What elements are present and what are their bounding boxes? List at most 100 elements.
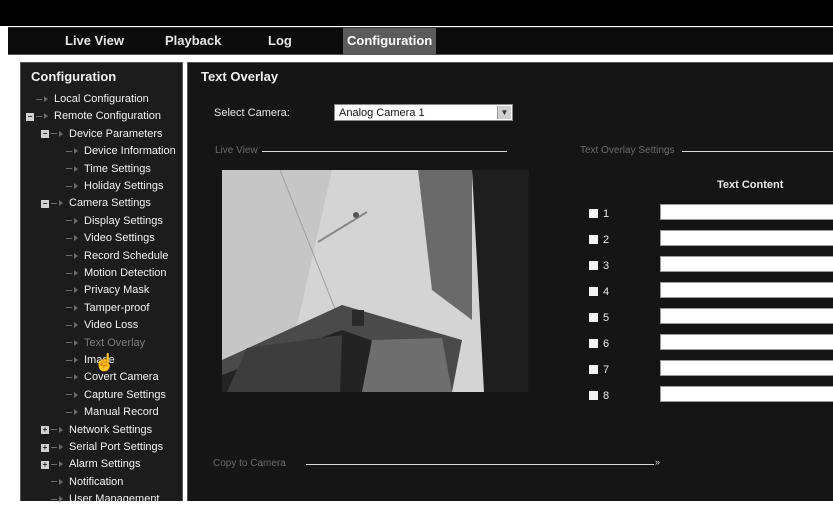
sidebar-item[interactable]: Alarm Settings [51,456,141,473]
overlay-row-checkbox[interactable]: 3 [589,259,609,273]
expand-icon[interactable]: + [41,426,49,435]
tab-playback[interactable]: Playback [165,28,221,54]
live-view-video[interactable] [222,170,529,392]
text-content-input[interactable] [660,256,833,272]
tree-connector [66,185,72,187]
checkbox[interactable] [589,313,598,322]
collapse-icon[interactable]: − [26,112,34,121]
top-black-bar [0,0,833,26]
expand-icon[interactable]: + [41,443,49,452]
sidebar-item[interactable]: Device Parameters [51,126,163,143]
sidebar-item[interactable]: Remote Configuration [36,108,161,125]
text-content-input[interactable] [660,334,833,350]
sidebar-item[interactable]: Record Schedule [66,248,168,265]
text-content-input[interactable] [660,230,833,246]
sidebar-item[interactable]: Motion Detection [66,265,167,282]
row-number: 7 [603,364,610,376]
checkbox[interactable] [589,235,598,244]
overlay-row-checkbox[interactable]: 4 [589,285,609,299]
checkbox[interactable] [589,261,598,270]
row-number: 6 [603,338,610,350]
tree-arrow-icon [74,235,78,242]
sidebar-item-label: Tamper-proof [84,301,150,314]
sidebar-item[interactable]: Video Settings [66,230,155,247]
camera-select-value: Analog Camera 1 [339,107,425,119]
checkbox[interactable] [589,209,598,218]
expand-icon[interactable]: + [41,460,49,469]
sidebar-item-label: Video Loss [84,319,139,332]
sidebar-item-label: Covert Camera [84,371,159,384]
sidebar-item[interactable]: Text Overlay [66,335,145,352]
tree-connector [66,168,72,170]
text-content-input[interactable] [660,386,833,402]
overlay-row-checkbox[interactable]: 2 [589,233,609,247]
sidebar-item-label: Notification [69,475,124,488]
tree-arrow-icon [74,304,78,311]
sidebar-item[interactable]: Holiday Settings [66,178,164,195]
text-content-input[interactable] [660,282,833,298]
tree-arrow-icon [74,357,78,364]
tree-connector [66,411,72,413]
sidebar-item[interactable]: Local Configuration [36,91,149,108]
copy-to-camera-label: Copy to Camera [213,458,286,469]
text-content-input[interactable] [660,204,833,220]
sidebar-item-label: Time Settings [84,162,151,175]
sidebar-item[interactable]: Capture Settings [66,387,166,404]
tree-connector [51,429,57,431]
overlay-row-checkbox[interactable]: 1 [589,207,609,221]
sidebar-title: Configuration [31,69,117,84]
tree-connector [66,324,72,326]
live-view-section-label: Live View [215,145,258,156]
select-camera-label: Select Camera: [214,107,290,119]
row-number: 4 [603,286,610,298]
text-content-input[interactable] [660,308,833,324]
checkbox[interactable] [589,339,598,348]
sidebar-item-label: Device Parameters [69,127,163,140]
sidebar-item[interactable]: Video Loss [66,317,138,334]
checkbox[interactable] [589,391,598,400]
sidebar-item[interactable]: Network Settings [51,422,152,439]
tree-arrow-icon [59,496,63,503]
expand-chevron-icon[interactable]: » [655,457,660,467]
tab-configuration[interactable]: Configuration [343,28,437,54]
overlay-row-checkbox[interactable]: 7 [589,363,609,377]
sidebar-item[interactable]: Time Settings [66,161,151,178]
sidebar-item[interactable]: Notification [51,474,123,491]
sidebar-item[interactable]: Manual Record [66,404,159,421]
sidebar-item-label: Motion Detection [84,267,167,279]
text-content-header: Text Content [717,179,784,191]
tab-live-view[interactable]: Live View [65,28,124,54]
sidebar-item[interactable]: Tamper-proof [66,300,149,317]
live-view-divider [262,151,507,152]
chevron-down-icon[interactable]: ▼ [497,106,511,119]
camera-select[interactable]: Analog Camera 1 ▼ [334,104,513,121]
checkbox[interactable] [589,365,598,374]
sidebar-item[interactable]: Camera Settings [51,195,151,212]
sidebar-item[interactable]: Serial Port Settings [51,439,163,456]
text-content-input[interactable] [660,360,833,376]
overlay-row-checkbox[interactable]: 6 [589,337,609,351]
main-nav: Live View Playback Log Configuration [8,27,833,55]
collapse-icon[interactable]: − [41,199,49,208]
tree-arrow-icon [74,165,78,172]
collapse-icon[interactable]: − [41,130,49,139]
tree-connector [66,394,72,396]
tree-connector [66,220,72,222]
sidebar-item[interactable]: Device Information [66,143,176,160]
overlay-row-checkbox[interactable]: 5 [589,311,609,325]
tree-connector [66,237,72,239]
sidebar-item-label: Capture Settings [84,388,166,401]
tab-log[interactable]: Log [268,28,292,54]
sidebar-item[interactable]: Display Settings [66,213,163,230]
row-number: 2 [603,234,610,246]
tree-arrow-icon [74,391,78,398]
tree-arrow-icon [59,444,63,451]
checkbox[interactable] [589,287,598,296]
tree-arrow-icon [74,322,78,329]
sidebar-item[interactable]: Privacy Mask [66,282,149,299]
page-title: Text Overlay [201,69,279,84]
sidebar-item-label: Record Schedule [84,249,169,262]
tree-connector [51,463,57,465]
overlay-row-checkbox[interactable]: 8 [589,389,609,403]
tree-arrow-icon [74,339,78,346]
